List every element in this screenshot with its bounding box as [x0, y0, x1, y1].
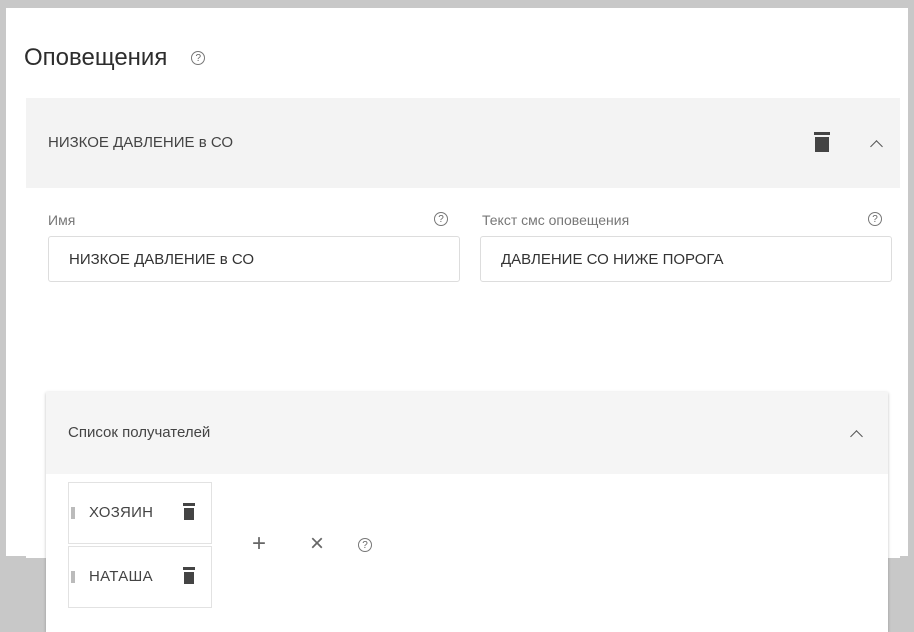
recipients-label: Список получателей: [68, 424, 211, 441]
drag-handle-icon[interactable]: [71, 507, 75, 519]
recipient-name: ХОЗЯИН: [89, 504, 154, 521]
name-help-icon[interactable]: ?: [434, 212, 448, 226]
add-recipient-icon[interactable]: +: [252, 532, 266, 556]
alert-panel: НИЗКОЕ ДАВЛЕНИЕ в СО Имя ? НИЗКОЕ ДАВЛЕН…: [26, 98, 900, 632]
sms-text-label: Текст смс оповещения: [482, 212, 630, 228]
notifications-card: Оповещения ? НИЗКОЕ ДАВЛЕНИЕ в СО Имя ? …: [6, 8, 908, 632]
alert-content: Имя ? НИЗКОЕ ДАВЛЕНИЕ в СО Текст смс опо…: [26, 188, 900, 632]
recipients-panel: Список получателей ХОЗЯИН НАТАША + × ?: [46, 392, 888, 632]
recipients-help-icon[interactable]: ?: [358, 538, 372, 552]
recipient-name: НАТАША: [89, 568, 153, 585]
name-input[interactable]: НИЗКОЕ ДАВЛЕНИЕ в СО: [48, 236, 460, 282]
help-icon[interactable]: ?: [191, 51, 206, 65]
recipients-header[interactable]: Список получателей: [46, 392, 888, 474]
recipient-chip[interactable]: НАТАША: [68, 546, 212, 608]
sms-text-input[interactable]: ДАВЛЕНИЕ СО НИЖЕ ПОРОГА: [480, 236, 892, 282]
name-label: Имя: [48, 212, 76, 228]
collapse-recipients-chevron-icon[interactable]: [850, 430, 863, 443]
sms-text-help-icon[interactable]: ?: [868, 212, 882, 226]
recipient-chip[interactable]: ХОЗЯИН: [68, 482, 212, 544]
delete-alert-icon[interactable]: [814, 132, 830, 152]
notifications-header: Оповещения ?: [24, 38, 206, 78]
alert-panel-header[interactable]: НИЗКОЕ ДАВЛЕНИЕ в СО: [26, 98, 900, 188]
collapse-alert-chevron-icon[interactable]: [870, 140, 883, 153]
clear-recipients-icon[interactable]: ×: [310, 532, 324, 556]
page-title: Оповещения: [24, 44, 168, 71]
alert-title: НИЗКОЕ ДАВЛЕНИЕ в СО: [48, 134, 234, 151]
drag-handle-icon[interactable]: [71, 571, 75, 583]
delete-recipient-icon[interactable]: [183, 567, 195, 584]
delete-recipient-icon[interactable]: [183, 503, 195, 520]
